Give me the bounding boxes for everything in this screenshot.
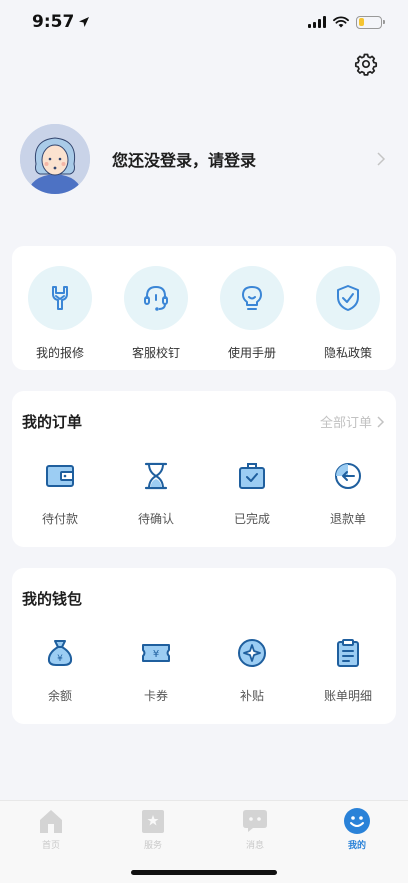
order-pending-confirm[interactable]: 待确认	[116, 458, 196, 527]
wallet-subsidy[interactable]: 补贴	[212, 635, 292, 704]
svg-text:¥: ¥	[57, 654, 63, 664]
login-row[interactable]: 您还没登录，请登录	[20, 122, 388, 196]
all-orders-label: 全部订单	[319, 416, 372, 431]
gear-icon	[354, 53, 378, 76]
wallet-label: 账单明细	[323, 689, 372, 703]
wallet-title: 我的钱包	[22, 590, 83, 608]
wallet-icon	[42, 458, 78, 494]
service-manual[interactable]: 使用手册	[212, 266, 292, 370]
briefcase-check-icon	[234, 458, 270, 494]
home-indicator	[131, 870, 277, 875]
clipboard-icon	[330, 635, 366, 671]
order-label: 已完成	[233, 512, 270, 526]
order-completed[interactable]: 已完成	[212, 458, 292, 527]
tab-mine[interactable]: 我的	[322, 807, 392, 883]
status-time: 9:57	[32, 12, 90, 32]
wallet-grid: ¥ 余额 ¥ 卡券 补贴 账单明细	[12, 635, 396, 704]
orders-header: 我的订单 全部订单	[12, 391, 396, 432]
compass-icon	[234, 635, 270, 671]
hourglass-icon	[138, 458, 174, 494]
order-label: 待付款	[41, 512, 78, 526]
avatar[interactable]	[20, 124, 90, 194]
login-prompt[interactable]: 您还没登录，请登录	[112, 147, 374, 171]
headset-icon	[124, 266, 188, 330]
shield-check-icon	[316, 266, 380, 330]
cellular-signal-icon	[308, 16, 326, 28]
lightbulb-icon	[220, 266, 284, 330]
service-label: 使用手册	[227, 346, 276, 360]
wallet-balance[interactable]: ¥ 余额	[20, 635, 100, 704]
order-label: 待确认	[137, 512, 174, 526]
clock-text: 9:57	[32, 12, 75, 32]
chevron-right-icon	[377, 415, 385, 428]
orders-title: 我的订单	[22, 413, 83, 431]
battery-icon	[356, 15, 385, 29]
wallet-label: 余额	[47, 689, 72, 703]
service-repair[interactable]: 我的报修	[20, 266, 100, 370]
money-bag-icon: ¥	[42, 635, 78, 671]
battery-level	[358, 18, 364, 26]
wallet-header: 我的钱包	[12, 568, 396, 609]
wrench-icon	[28, 266, 92, 330]
all-orders-link[interactable]: 全部订单	[320, 412, 386, 431]
refund-icon	[330, 458, 366, 494]
location-arrow-icon	[79, 17, 90, 27]
wifi-icon	[333, 16, 349, 28]
home-icon	[37, 807, 65, 835]
message-icon	[241, 807, 269, 835]
orders-grid: 待付款 待确认 已完成 退款单	[12, 458, 396, 527]
tab-bar: 首页 服务 消息 我的	[0, 800, 408, 883]
svg-text:¥: ¥	[153, 649, 159, 660]
services-card: 我的报修 客服校钉 使用手册 隐私政策	[12, 246, 396, 370]
service-label: 我的报修	[35, 346, 84, 360]
order-label: 退款单	[329, 512, 366, 526]
tab-home[interactable]: 首页	[16, 807, 86, 883]
settings-button[interactable]	[354, 52, 378, 76]
tab-label: 服务	[143, 841, 162, 851]
ticket-icon: ¥	[138, 635, 174, 671]
tab-label: 消息	[245, 841, 264, 851]
wallet-label: 补贴	[239, 689, 264, 703]
service-label: 客服校钉	[131, 346, 180, 360]
order-refund[interactable]: 退款单	[308, 458, 388, 527]
tab-label: 我的	[347, 841, 366, 851]
status-bar: 9:57	[0, 0, 408, 44]
wallet-label: 卡券	[143, 689, 168, 703]
service-support[interactable]: 客服校钉	[116, 266, 196, 370]
service-label: 隐私政策	[323, 346, 372, 360]
orders-card: 我的订单 全部订单 待付款 待确认 已完成 退款单	[12, 391, 396, 547]
wallet-coupons[interactable]: ¥ 卡券	[116, 635, 196, 704]
service-privacy[interactable]: 隐私政策	[308, 266, 388, 370]
wallet-bill-details[interactable]: 账单明细	[308, 635, 388, 704]
default-avatar-icon	[20, 124, 90, 194]
order-pending-payment[interactable]: 待付款	[20, 458, 100, 527]
smile-icon	[343, 807, 371, 835]
service-icon	[139, 807, 167, 835]
wallet-card: 我的钱包 ¥ 余额 ¥ 卡券 补贴 账单明细	[12, 568, 396, 724]
status-indicators	[308, 15, 385, 29]
tab-label: 首页	[41, 841, 60, 851]
chevron-right-icon	[377, 152, 386, 166]
